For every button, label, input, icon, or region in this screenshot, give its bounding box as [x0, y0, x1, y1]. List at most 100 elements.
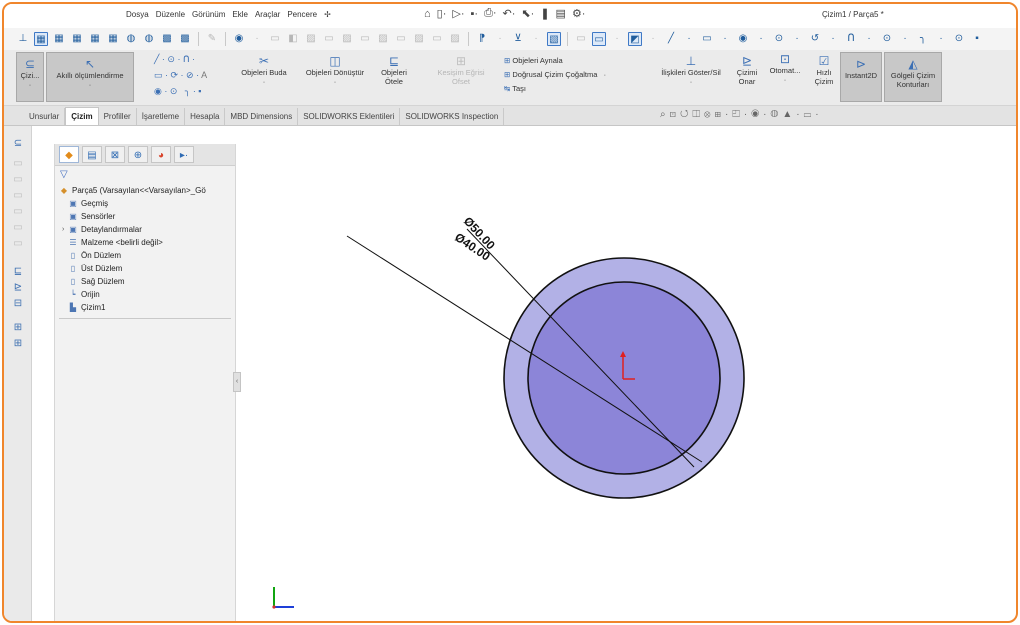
undo-icon[interactable]: ↶·	[503, 7, 516, 20]
dropdown-icon[interactable]: ·	[790, 32, 804, 46]
tree-item-right-plane[interactable]: ▯ Sağ Düzlem	[59, 275, 237, 288]
rebuild-icon[interactable]: ❚	[540, 7, 549, 20]
tree-item-sketch1[interactable]: ▙ Çizim1	[59, 301, 237, 314]
tree-item-annotations[interactable]: › ▣ Detaylandırmalar	[59, 223, 237, 236]
view-settings-icon[interactable]: ▭·	[804, 109, 823, 120]
zoom-fit-icon[interactable]: ⌕	[660, 109, 670, 120]
new-document-icon[interactable]: ▯·	[437, 7, 447, 20]
move-entities-button[interactable]: ↹ Taşı	[504, 84, 526, 93]
print-icon[interactable]: ⎙·	[484, 7, 496, 20]
dim-tool-icon[interactable]: ▭	[574, 32, 588, 46]
select-icon[interactable]: ⬉·	[521, 7, 534, 20]
drawing-tool-icon[interactable]: ▦	[106, 32, 120, 46]
dropdown-icon[interactable]: ·	[898, 32, 912, 46]
menu-item-gorunum[interactable]: Görünüm	[192, 10, 225, 19]
surface-tool-icon[interactable]: ◍	[124, 32, 138, 46]
property-manager-tab-icon[interactable]: ▤	[82, 146, 102, 163]
dropdown-icon[interactable]: ·	[718, 32, 732, 46]
dim-tool-icon[interactable]: ▨	[340, 32, 354, 46]
menu-item-duzenle[interactable]: Düzenle	[156, 10, 185, 19]
trim-entities-button[interactable]: ✂ Objeleri Buda ·	[236, 54, 292, 86]
sketch-entities-icon[interactable]: ◩	[628, 32, 642, 46]
tree-item-material[interactable]: ☰ Malzeme <belirli değil>	[59, 236, 237, 249]
dim-tool-icon[interactable]: ▭	[394, 32, 408, 46]
ellipse-icon[interactable]: ⊙	[952, 32, 966, 46]
dropdown-icon[interactable]: ·	[934, 32, 948, 46]
panel-collapse-handle[interactable]: ‹	[233, 372, 241, 392]
instant2d-button[interactable]: ⊳ Instant2D	[840, 52, 882, 102]
menu-item-ekle[interactable]: Ekle	[232, 10, 248, 19]
dropdown-icon[interactable]: ·	[682, 32, 696, 46]
tab-profiller[interactable]: Profiller	[99, 108, 137, 125]
tree-item-origin[interactable]: ┕ Orijin	[59, 288, 237, 301]
tab-hesapla[interactable]: Hesapla	[185, 108, 226, 125]
dropdown-icon[interactable]: ·	[826, 32, 840, 46]
menu-item-araclar[interactable]: Araçlar	[255, 10, 280, 19]
dim-tool-icon[interactable]: ·	[493, 32, 507, 46]
layer-icon[interactable]: ◉	[232, 32, 246, 46]
dim-tool-icon[interactable]: ◧	[286, 32, 300, 46]
exit-sketch-button[interactable]: ⊆ Çizi... ·	[16, 52, 44, 102]
layer-properties-icon[interactable]: ⊻	[511, 32, 525, 46]
tree-item-sensors[interactable]: ▣ Sensörler	[59, 210, 237, 223]
dynamic-annotation-icon[interactable]: ⊗	[704, 109, 715, 120]
repair-tool-icon[interactable]: ⊵	[11, 282, 25, 294]
fillet-icon[interactable]: ╮	[916, 32, 930, 46]
pin-icon[interactable]: ✢	[324, 10, 331, 19]
rect-tool-group[interactable]: ▭ · ⟳ · ⊘ · A	[154, 70, 207, 81]
polygon-icon[interactable]: ⊙	[880, 32, 894, 46]
annotation-icon[interactable]: ⁋	[475, 32, 489, 46]
edit-appearance-icon[interactable]: ◍	[770, 109, 782, 120]
dim-tool-icon[interactable]: ▭	[358, 32, 372, 46]
edit-icon[interactable]: ✎	[205, 32, 219, 46]
sketch-origin-icon[interactable]: ⊆	[11, 138, 25, 150]
previous-view-icon[interactable]: ↺	[680, 109, 692, 120]
tab-cizim[interactable]: Çizim	[65, 107, 99, 125]
section-tool-icon[interactable]: ▩	[160, 32, 174, 46]
assembly-tool-icon[interactable]: ▦	[88, 32, 102, 46]
hide-show-icon[interactable]: ◉·	[751, 109, 770, 120]
dim-tool-icon[interactable]: ·	[610, 32, 624, 46]
configuration-manager-tab-icon[interactable]: ⊠	[105, 146, 125, 163]
feature-manager-tab-icon[interactable]: ◆	[59, 146, 79, 163]
display-style-icon[interactable]: ◰·	[732, 109, 751, 120]
dim-tool-icon[interactable]: ▨	[448, 32, 462, 46]
smart-dimension-button[interactable]: ↖ Akıllı ölçümlendirme ·	[46, 52, 134, 102]
sketch-box-icon[interactable]: ▭	[592, 32, 606, 46]
graphics-area[interactable]: Ø40.00 Ø50.00	[242, 126, 1016, 621]
tree-root-part[interactable]: ◆ Parça5 (Varsayılan<<Varsayılan>_Gö	[59, 184, 237, 197]
sketch-grid-icon[interactable]: ▧	[547, 32, 561, 46]
dim-tool-icon[interactable]: ▭	[430, 32, 444, 46]
relations-tool-icon[interactable]: ⊑	[11, 266, 25, 278]
scene-icon[interactable]: ▲·	[782, 109, 803, 120]
arc-icon[interactable]: ↺	[808, 32, 822, 46]
tab-solidworks-inspection[interactable]: SOLIDWORKS Inspection	[400, 108, 505, 125]
linear-pattern-button[interactable]: ⊞ Doğrusal Çizim Çoğaltma ·	[504, 70, 606, 79]
dim-tool-icon[interactable]: ▨	[376, 32, 390, 46]
circle-icon[interactable]: ⊙	[772, 32, 786, 46]
inner-circle[interactable]	[527, 281, 721, 475]
auto-button[interactable]: ⊡ Otomat... ·	[764, 52, 806, 84]
dimxpert-manager-tab-icon[interactable]: ⊕	[128, 146, 148, 163]
dim-tool-icon[interactable]: ▨	[304, 32, 318, 46]
line-icon[interactable]: ╱	[664, 32, 678, 46]
file-properties-icon[interactable]: ▤	[556, 7, 566, 20]
shaded-contours-button[interactable]: ◭ Gölgeli Çizim Konturları	[884, 52, 942, 102]
tab-solidworks-eklentileri[interactable]: SOLIDWORKS Eklentileri	[298, 108, 401, 125]
tree-item-history[interactable]: ▣ Geçmiş	[59, 197, 237, 210]
display-manager-tab-icon[interactable]: ◕	[151, 146, 171, 163]
more-tabs-icon[interactable]: ▸·	[174, 146, 194, 163]
menu-item-dosya[interactable]: Dosya	[126, 10, 149, 19]
zoom-area-icon[interactable]: ⊡	[670, 109, 680, 120]
dim-tool-icon[interactable]: ·	[529, 32, 543, 46]
home-icon[interactable]: ⌂	[424, 8, 431, 20]
dim-tool-icon[interactable]: ▭	[268, 32, 282, 46]
layer-tool-icon[interactable]: ⊞	[11, 322, 25, 334]
view-icon[interactable]: ▦	[34, 32, 48, 46]
view-orientation-icon[interactable]: ⊞·	[715, 109, 733, 120]
slot-icon[interactable]: ◉	[736, 32, 750, 46]
rapid-sketch-button[interactable]: ☑ Hızlı Çizim	[810, 54, 838, 86]
mirror-entities-button[interactable]: ⊞ Objeleri Aynala	[504, 56, 563, 65]
pin-toolbar-icon[interactable]: ⊥	[16, 32, 30, 46]
tab-isaretleme[interactable]: İşaretleme	[137, 108, 186, 125]
